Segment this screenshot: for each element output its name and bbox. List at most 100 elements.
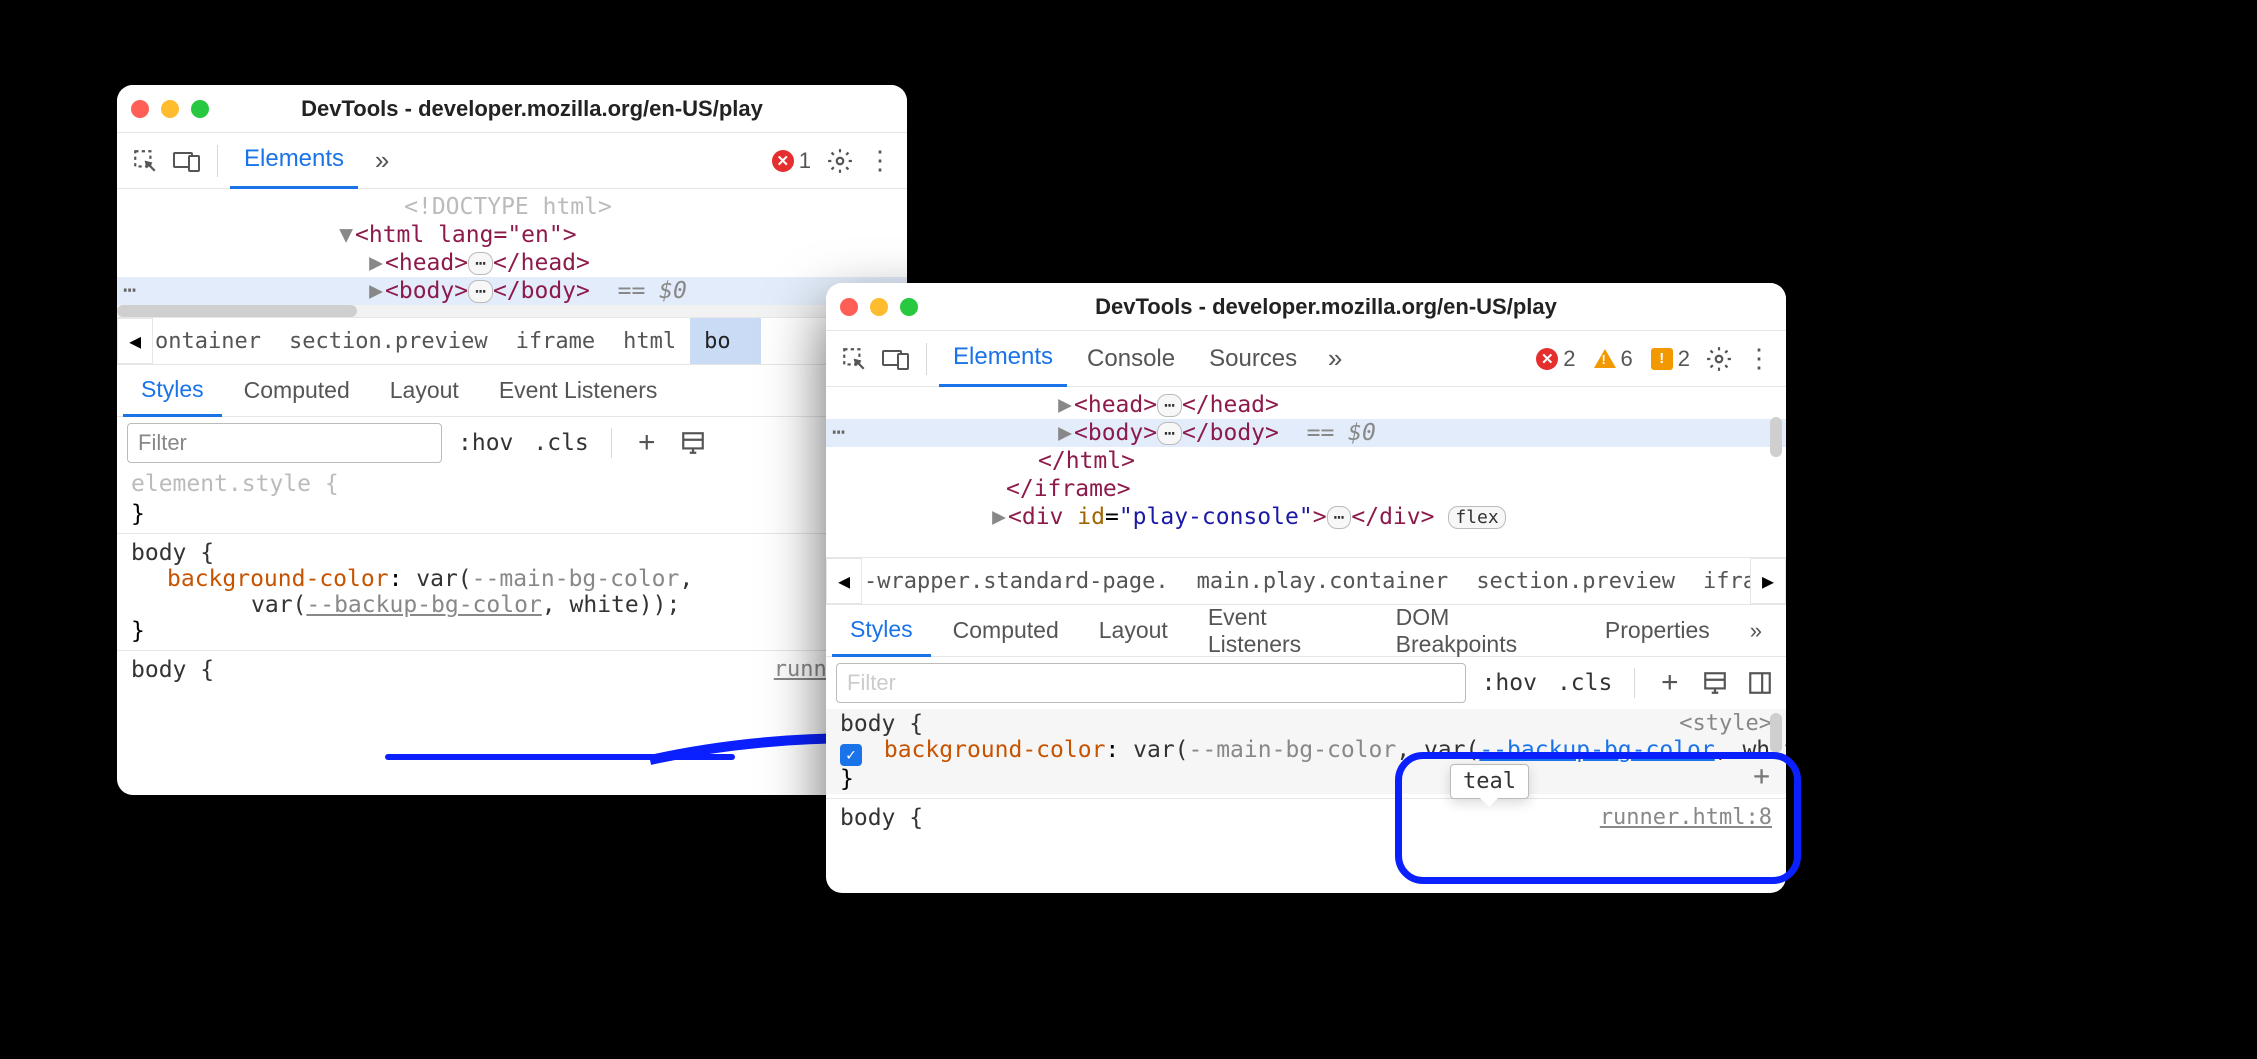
gear-icon[interactable] <box>1702 342 1736 376</box>
hov-toggle[interactable]: :hov <box>454 430 517 456</box>
minimize-icon[interactable] <box>161 100 179 118</box>
dom-line-head[interactable]: ▶<head>⋯</head> <box>826 391 1786 419</box>
subtab-event-listeners[interactable]: Event Listeners <box>1190 605 1374 657</box>
subtab-event-listeners[interactable]: Event Listeners <box>481 365 676 417</box>
property-checkbox-icon[interactable]: ✓ <box>840 744 862 766</box>
close-icon[interactable] <box>131 100 149 118</box>
css-var-main[interactable]: --main-bg-color <box>472 566 680 592</box>
kebab-icon[interactable]: ⋮ <box>1742 342 1776 376</box>
warning-icon <box>1594 349 1616 368</box>
cls-toggle[interactable]: .cls <box>1553 670 1616 696</box>
collapsed-pill[interactable]: ⋯ <box>468 252 493 275</box>
rule-source[interactable]: <style> <box>1679 711 1772 736</box>
computed-pane-icon[interactable] <box>1743 666 1776 700</box>
filter-input[interactable]: Filter <box>127 423 442 463</box>
rule-selector: body { <box>131 540 893 566</box>
subtab-computed[interactable]: Computed <box>935 605 1077 657</box>
dom-line-div[interactable]: ▶<div id="play-console">⋯</div> flex <box>826 503 1786 531</box>
tab-sources[interactable]: Sources <box>1195 331 1311 387</box>
minimize-icon[interactable] <box>870 298 888 316</box>
zoom-icon[interactable] <box>900 298 918 316</box>
crumb-scroll-left[interactable]: ◀ <box>117 318 153 364</box>
new-rule-icon[interactable]: + <box>1653 666 1686 700</box>
dom-line-html[interactable]: ▼<html lang="en"> <box>117 221 907 249</box>
warning-badge[interactable]: 6 <box>1588 346 1639 372</box>
css-var-backup[interactable]: --backup-bg-color <box>1479 737 1714 763</box>
crumb-scroll-right[interactable]: ▶ <box>1750 558 1786 604</box>
rule-source[interactable]: runner.html:8 <box>1600 805 1772 830</box>
rule-close: } <box>840 766 1772 792</box>
flex-pill[interactable]: flex <box>1448 506 1505 529</box>
dom-line-iframe-close[interactable]: </iframe> <box>826 475 1786 503</box>
crumb-scroll-left[interactable]: ◀ <box>826 558 862 604</box>
subtab-styles[interactable]: Styles <box>832 605 931 657</box>
crumb-body[interactable]: bo <box>690 318 761 364</box>
dom-line-head[interactable]: ▶<head>⋯</head> <box>117 249 907 277</box>
devtools-window-1: DevTools - developer.mozilla.org/en-US/p… <box>117 85 907 795</box>
css-property[interactable]: background-color <box>884 737 1106 763</box>
filter-input[interactable]: Filter <box>836 663 1466 703</box>
css-var-backup[interactable]: --backup-bg-color <box>306 592 541 618</box>
dom-line-doctype[interactable]: <!DOCTYPE html> <box>117 193 907 221</box>
cls-toggle[interactable]: .cls <box>529 430 592 456</box>
dom-line-body[interactable]: ⋯ ▶<body>⋯</body> == $0 <box>117 277 907 305</box>
rule-element-style[interactable]: element.style { <box>117 469 907 499</box>
rule-body-1[interactable]: <st body { background-color: var(--main-… <box>117 538 907 646</box>
styles-pane-icon[interactable] <box>1698 666 1731 700</box>
window-title: DevTools - developer.mozilla.org/en-US/p… <box>221 96 893 122</box>
more-tabs-icon[interactable]: » <box>1317 341 1353 377</box>
crumb-section[interactable]: section.preview <box>1462 558 1689 604</box>
rule-element-style-close: } <box>117 499 907 529</box>
hov-toggle[interactable]: :hov <box>1478 670 1541 696</box>
tab-elements[interactable]: Elements <box>230 133 358 189</box>
subtab-computed[interactable]: Computed <box>226 365 368 417</box>
error-badge[interactable]: ✕ 2 <box>1530 346 1581 372</box>
subtab-layout[interactable]: Layout <box>1081 605 1186 657</box>
subtab-dom-breakpoints[interactable]: DOM Breakpoints <box>1378 605 1583 657</box>
device-toggle-icon[interactable] <box>169 143 205 179</box>
more-subtabs-icon[interactable]: » <box>1732 605 1780 657</box>
tab-console[interactable]: Console <box>1073 331 1189 387</box>
vertical-scrollbar[interactable] <box>1768 387 1784 557</box>
vertical-scrollbar[interactable] <box>1768 709 1784 893</box>
subtab-properties[interactable]: Properties <box>1587 605 1728 657</box>
info-badge[interactable]: ! 2 <box>1645 346 1696 372</box>
crumb-section[interactable]: section.preview <box>275 318 502 364</box>
device-toggle-icon[interactable] <box>878 341 914 377</box>
dom-line-html-close[interactable]: </html> <box>826 447 1786 475</box>
dom-line-body[interactable]: ⋯ ▶<body>⋯</body> == $0 <box>826 419 1786 447</box>
tooltip-var-value: teal <box>1450 764 1529 799</box>
crumb-container[interactable]: ontainer <box>155 318 275 364</box>
more-tabs-icon[interactable]: » <box>364 143 400 179</box>
collapsed-pill[interactable]: ⋯ <box>468 280 493 303</box>
annotation-underline <box>385 754 735 760</box>
styles-subtabs: Styles Computed Layout Event Listeners <box>117 365 907 417</box>
overflow-icon[interactable]: ⋯ <box>832 420 845 445</box>
css-property[interactable]: background-color <box>167 566 389 592</box>
subtab-layout[interactable]: Layout <box>372 365 477 417</box>
horizontal-scrollbar[interactable] <box>117 305 907 317</box>
crumb-html[interactable]: html <box>609 318 690 364</box>
inspect-icon[interactable] <box>127 143 163 179</box>
subtab-styles[interactable]: Styles <box>123 365 222 417</box>
collapsed-pill[interactable]: ⋯ <box>1157 394 1182 417</box>
collapsed-pill[interactable]: ⋯ <box>1157 422 1182 445</box>
error-badge[interactable]: ✕ 1 <box>766 148 817 174</box>
zoom-icon[interactable] <box>191 100 209 118</box>
new-rule-icon[interactable]: + <box>630 426 664 460</box>
crumb-wrapper[interactable]: -wrapper.standard-page. <box>864 558 1183 604</box>
close-icon[interactable] <box>840 298 858 316</box>
css-var-main[interactable]: --main-bg-color <box>1189 737 1397 763</box>
rule-body-2[interactable]: runner.ht body { <box>117 655 907 685</box>
inspect-icon[interactable] <box>836 341 872 377</box>
overflow-icon[interactable]: ⋯ <box>123 278 136 303</box>
rule-body-2[interactable]: runner.html:8 body { <box>826 803 1786 833</box>
crumb-main[interactable]: main.play.container <box>1183 558 1463 604</box>
rule-body-1[interactable]: <style> body { ✓ background-color: var(-… <box>826 709 1786 794</box>
tab-elements[interactable]: Elements <box>939 331 1067 387</box>
gear-icon[interactable] <box>823 144 857 178</box>
collapsed-pill[interactable]: ⋯ <box>1327 506 1352 529</box>
styles-pane-icon[interactable] <box>676 426 710 460</box>
crumb-iframe[interactable]: iframe <box>502 318 609 364</box>
kebab-icon[interactable]: ⋮ <box>863 144 897 178</box>
